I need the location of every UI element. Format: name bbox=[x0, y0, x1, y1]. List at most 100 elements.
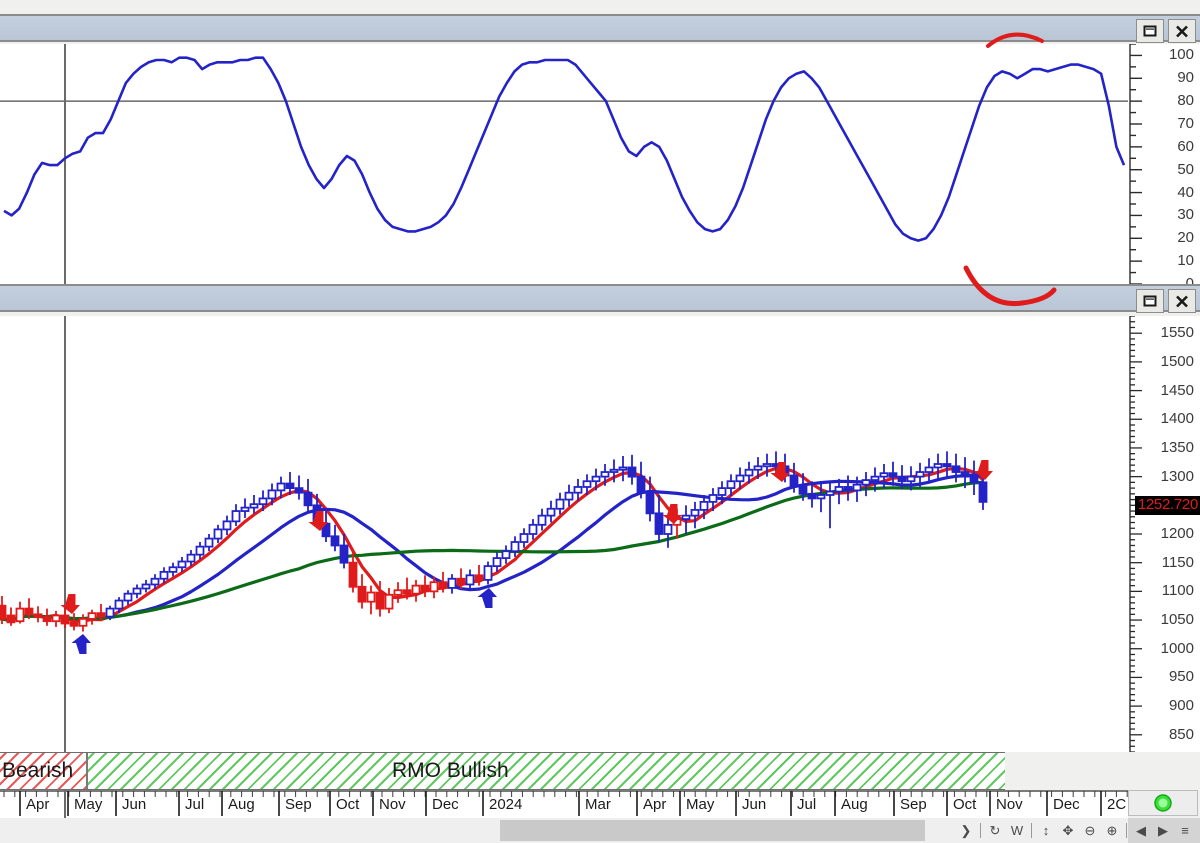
close-icon[interactable] bbox=[1168, 19, 1196, 43]
scale-vertical-icon[interactable]: ↕ bbox=[1035, 818, 1057, 843]
candlestick bbox=[537, 508, 547, 531]
oscillator-line bbox=[3, 56, 1126, 242]
close-icon[interactable] bbox=[1168, 289, 1196, 313]
axis-tick-label: 80 bbox=[1177, 92, 1194, 110]
candlestick bbox=[69, 613, 79, 631]
date-axis-label: May bbox=[74, 796, 103, 813]
date-axis-label: Sep bbox=[285, 796, 312, 813]
zoom-in-icon[interactable]: ⊕ bbox=[1101, 818, 1123, 843]
axis-tick-label: 1150 bbox=[1161, 553, 1194, 571]
candlestick bbox=[924, 458, 934, 483]
date-axis-label: Nov bbox=[379, 796, 406, 813]
candlestick bbox=[555, 492, 565, 515]
rmo-status-band: Bearish RMO Bullish bbox=[0, 752, 1005, 790]
axis-tick-label: 1050 bbox=[1160, 611, 1194, 629]
pan-move-icon[interactable]: ✥ bbox=[1057, 818, 1079, 843]
candlestick bbox=[330, 524, 340, 552]
candlestick bbox=[627, 454, 637, 485]
date-axis-label: Dec bbox=[1053, 796, 1080, 813]
rmo-bullish-segment bbox=[88, 753, 1005, 789]
horizontal-scrollbar-thumb[interactable] bbox=[500, 820, 925, 841]
candlestick bbox=[123, 590, 133, 606]
candlestick bbox=[393, 582, 403, 603]
axis-tick-label: 1300 bbox=[1160, 467, 1194, 485]
date-axis-label: Apr bbox=[643, 796, 667, 813]
axis-tick-label: 40 bbox=[1177, 183, 1194, 201]
price-panel-titlebar[interactable] bbox=[0, 284, 1200, 313]
indicator-panel-titlebar[interactable] bbox=[0, 14, 1200, 43]
candlestick bbox=[564, 484, 574, 507]
maximize-icon[interactable] bbox=[1136, 289, 1164, 313]
axis-tick-label: 50 bbox=[1177, 160, 1194, 178]
refresh-cycle-icon[interactable]: ↻ bbox=[984, 818, 1006, 843]
candlestick bbox=[861, 472, 871, 497]
candlestick bbox=[618, 455, 628, 482]
candlestick bbox=[492, 552, 502, 572]
axis-tick-label: 850 bbox=[1168, 725, 1194, 743]
axis-tick-label: 1450 bbox=[1160, 381, 1194, 399]
candlestick bbox=[213, 524, 223, 544]
axis-tick-label: 1200 bbox=[1160, 525, 1194, 542]
axis-tick-label: 1500 bbox=[1160, 352, 1194, 370]
date-axis-label: Nov bbox=[996, 796, 1023, 813]
axis-tick-label: 60 bbox=[1177, 137, 1194, 155]
price-panel-window-buttons bbox=[1136, 289, 1196, 313]
date-axis-label: May bbox=[686, 796, 715, 813]
candlestick bbox=[42, 608, 52, 626]
candlestick bbox=[933, 453, 943, 479]
axis-tick-label: 1000 bbox=[1160, 639, 1194, 657]
candlestick bbox=[168, 562, 178, 577]
candlestick bbox=[510, 536, 520, 557]
candlestick bbox=[357, 574, 367, 609]
candlestick bbox=[231, 504, 241, 526]
indicator-plot-area[interactable] bbox=[0, 44, 1128, 284]
zoom-out-icon[interactable]: ⊖ bbox=[1079, 818, 1101, 843]
date-axis-label: Dec bbox=[432, 796, 459, 813]
price-plot-area[interactable] bbox=[0, 316, 1128, 752]
candlestick bbox=[411, 579, 421, 602]
axis-tick-label: 20 bbox=[1177, 229, 1194, 247]
connection-status-icon bbox=[1154, 794, 1172, 812]
candlestick bbox=[969, 460, 979, 495]
axis-tick-label: 1550 bbox=[1160, 324, 1194, 342]
step-forward-icon[interactable]: ▶ bbox=[1152, 818, 1174, 843]
axis-tick-label: 900 bbox=[1168, 697, 1194, 715]
maximize-icon[interactable] bbox=[1136, 19, 1164, 43]
date-axis-label: Sep bbox=[900, 796, 927, 813]
buy-signal bbox=[477, 588, 497, 608]
price-value-axis[interactable]: 1252.720 1550 1500 1450 1400 1350 1300 1200 115… bbox=[1128, 316, 1200, 752]
indicator-panel-window-buttons bbox=[1136, 19, 1196, 43]
weekly-icon[interactable]: W bbox=[1006, 818, 1028, 843]
candlestick bbox=[825, 482, 835, 529]
candlestick bbox=[519, 528, 529, 548]
step-back-icon[interactable]: ◀ bbox=[1130, 818, 1152, 843]
date-axis-label: Jun bbox=[742, 796, 767, 813]
candlestick bbox=[294, 475, 304, 500]
candlestick bbox=[384, 587, 394, 614]
date-axis[interactable]: Apr May Jun Jul Aug Sep Oct Nov Dec 2024 Mar Apr May… bbox=[0, 790, 1128, 818]
date-axis-label: Aug bbox=[228, 796, 255, 813]
candlestick bbox=[240, 498, 250, 518]
candlestick bbox=[51, 610, 61, 627]
indicator-value-axis[interactable]: 1009080706050403020100 bbox=[1128, 44, 1200, 291]
date-axis-label: 2C bbox=[1107, 796, 1127, 813]
list-menu-icon[interactable]: ≡ bbox=[1174, 818, 1196, 843]
date-axis-label: 2024 bbox=[489, 796, 523, 813]
toolbar-separator bbox=[1031, 823, 1032, 838]
date-axis-label: Apr bbox=[26, 796, 50, 813]
chart-application-window: 1009080706050403020100 1252.720 15501500… bbox=[0, 0, 1200, 843]
candlestick bbox=[690, 501, 700, 529]
axis-tick-label: 1350 bbox=[1160, 438, 1194, 456]
axis-tick-label: 10 bbox=[1177, 252, 1194, 270]
axis-tick-label: 1100 bbox=[1161, 582, 1194, 600]
candlestick bbox=[942, 451, 952, 477]
candlestick bbox=[366, 585, 376, 615]
sell-signal bbox=[60, 594, 80, 614]
connection-status-button[interactable] bbox=[1128, 790, 1198, 816]
rmo-bullish-label: RMO Bullish bbox=[392, 759, 509, 782]
candlestick bbox=[303, 478, 313, 512]
next-icon[interactable]: ❯ bbox=[955, 818, 977, 843]
date-axis-label: Oct bbox=[336, 796, 360, 813]
axis-tick-label: 100 bbox=[1168, 46, 1194, 64]
candlestick bbox=[132, 584, 142, 599]
